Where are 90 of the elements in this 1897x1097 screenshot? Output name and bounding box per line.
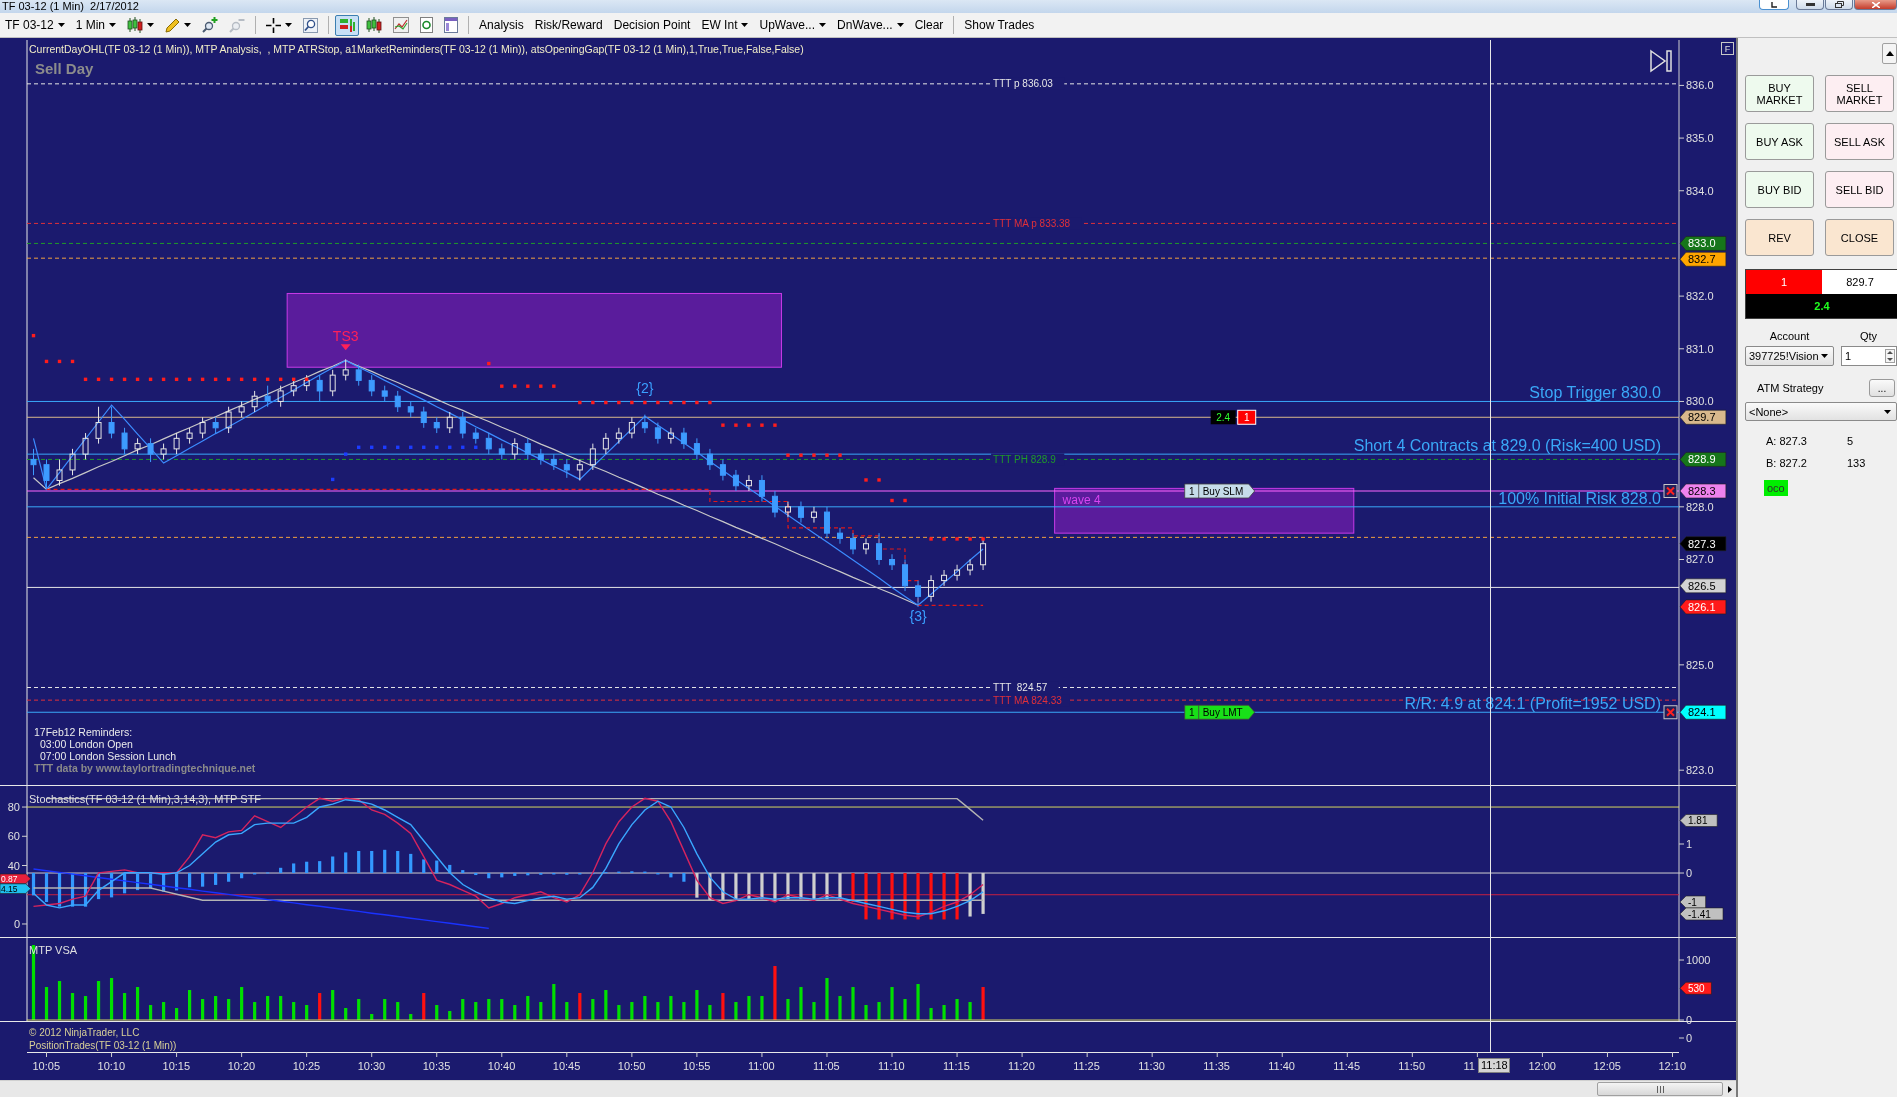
atm-strategy-label: ATM Strategy <box>1756 382 1824 394</box>
price-tag: 828.3 <box>1679 483 1727 499</box>
indicator-list: CurrentDayOHL(TF 03-12 (1 Min)), MTP Analysis, , MTP ATRStop, a1MarketReminders(TF 03-12 (1 Min)), atsOpeningGap(TF 03-12 (1 Min),1,True,True,False,False) <box>29 43 804 55</box>
price-tag: 826.1 <box>1679 599 1727 615</box>
quote-size: 5 <box>1847 435 1854 447</box>
risk-label: 100% Initial Risk 828.0 <box>1498 489 1661 507</box>
time-label: 11:45 <box>1333 1060 1360 1072</box>
time-label: 11:15 <box>943 1060 970 1072</box>
value-tag: -1.41 <box>1679 907 1724 921</box>
axis-label: 825.0 <box>1686 658 1714 671</box>
time-label: 11:40 <box>1268 1060 1295 1072</box>
axis-label: 0 <box>1686 867 1693 879</box>
price-tag: 832.7 <box>1679 251 1727 267</box>
risk-label: Stop Trigger 830.0 <box>1529 384 1661 402</box>
price-tag: 824.1 <box>1679 704 1727 720</box>
pane-title: PositionTrades(TF 03-12 (1 Min)) <box>29 1040 177 1051</box>
price-tag: 833.0 <box>1679 236 1727 251</box>
axis-label: 828.0 <box>1686 500 1714 513</box>
axis-label: 0 <box>13 917 20 930</box>
axis-label: 827.0 <box>1686 553 1714 566</box>
position-pnl: 2.4 <box>1746 294 1897 318</box>
time-label: 10:25 <box>292 1060 321 1072</box>
time-label: 10:05 <box>32 1060 61 1072</box>
axis-label: 836.0 <box>1686 79 1714 92</box>
axis-label: 60 <box>7 830 20 843</box>
time-label: 12:00 <box>1528 1060 1556 1072</box>
price-tag: 828.9 <box>1679 452 1727 467</box>
quote-price: B: 827.2 <box>1766 457 1808 469</box>
position-price: 829.7 <box>1822 270 1897 294</box>
time-label: 12:10 <box>1658 1060 1687 1072</box>
axis-label: 823.0 <box>1686 764 1714 777</box>
time-label: 11:05 <box>813 1060 840 1072</box>
time-label: 10:10 <box>97 1060 126 1072</box>
axis-label: 80 <box>7 801 20 814</box>
level-label: TTT MA p 833.38 <box>993 217 1071 229</box>
axis-label: 830.0 <box>1686 395 1714 408</box>
price-tag: 827.3 <box>1679 536 1727 551</box>
time-label: 11:20 <box>1008 1060 1035 1072</box>
axis-label: 832.0 <box>1686 290 1714 303</box>
quote-price: A: 827.3 <box>1766 435 1808 447</box>
time-label: 10:55 <box>682 1060 711 1072</box>
time-label: 10:50 <box>617 1060 646 1072</box>
axis-label: 831.0 <box>1686 342 1714 355</box>
credit-text: TTT data by www.taylortradingtechnique.net <box>34 762 256 774</box>
level-label: TTT PH 828.9 <box>993 453 1056 465</box>
pane-axis-label: 0 <box>1686 1032 1693 1044</box>
value-tag: -1 <box>1679 895 1706 909</box>
sell-day-label: Sell Day <box>35 60 94 77</box>
reminder-text: 07:00 London Session Lunch <box>40 750 177 762</box>
time-label: 10:20 <box>227 1060 256 1072</box>
time-label: 10:40 <box>487 1060 516 1072</box>
value-tag: 4.15 <box>0 883 31 894</box>
value-tag: 530 <box>1679 981 1712 995</box>
zone-label: wave 4 <box>1062 493 1101 508</box>
axis-label: 40 <box>7 859 20 872</box>
time-label: 11:50 <box>1398 1060 1426 1072</box>
wave-label: {2} <box>636 380 654 397</box>
time-label: 11:25 <box>1073 1060 1100 1072</box>
time-label: 10:35 <box>422 1060 451 1072</box>
axis-label: 1000 <box>1686 954 1711 966</box>
value-tag: 0.87 <box>0 873 31 884</box>
time-label: 11 <box>1463 1060 1475 1072</box>
wave-label: TS3 <box>332 328 359 345</box>
copyright-text: © 2012 NinjaTrader, LLC <box>29 1027 140 1038</box>
time-label: 10:45 <box>552 1060 581 1072</box>
axis-label: 834.0 <box>1686 184 1714 197</box>
reminder-text: 03:00 London Open <box>40 738 133 750</box>
window-title: TF 03-12 (1 Min) 2/17/2012 <box>1 0 139 12</box>
qty-label: Qty <box>1858 330 1879 342</box>
account-label: Account <box>1768 330 1811 342</box>
level-label: TTT MA 824.33 <box>993 694 1062 706</box>
time-label: 11:30 <box>1138 1060 1165 1072</box>
level-label: TTT 824.57 <box>993 682 1048 693</box>
time-label: 10:30 <box>357 1060 386 1072</box>
level-label: TTT p 836.03 <box>993 78 1053 90</box>
time-label: 10:15 <box>162 1060 191 1072</box>
axis-label: 1 <box>1686 838 1693 850</box>
crosshair-time-label: 11:18 <box>1478 1058 1511 1073</box>
reminder-title: 17Feb12 Reminders: <box>34 726 133 738</box>
price-tag: 829.7 <box>1679 409 1727 425</box>
value-tag: 1.81 <box>1679 814 1718 827</box>
price-tag: 826.5 <box>1679 578 1727 594</box>
time-label: 12:05 <box>1593 1060 1621 1072</box>
quote-size: 133 <box>1847 457 1866 469</box>
wave-label: {3} <box>909 608 927 625</box>
time-label: 11:10 <box>878 1060 905 1072</box>
time-label: 11:00 <box>747 1060 775 1072</box>
position-quantity: 1 <box>1746 270 1822 294</box>
time-label: 11:35 <box>1203 1060 1230 1072</box>
axis-label: 835.0 <box>1686 132 1714 145</box>
